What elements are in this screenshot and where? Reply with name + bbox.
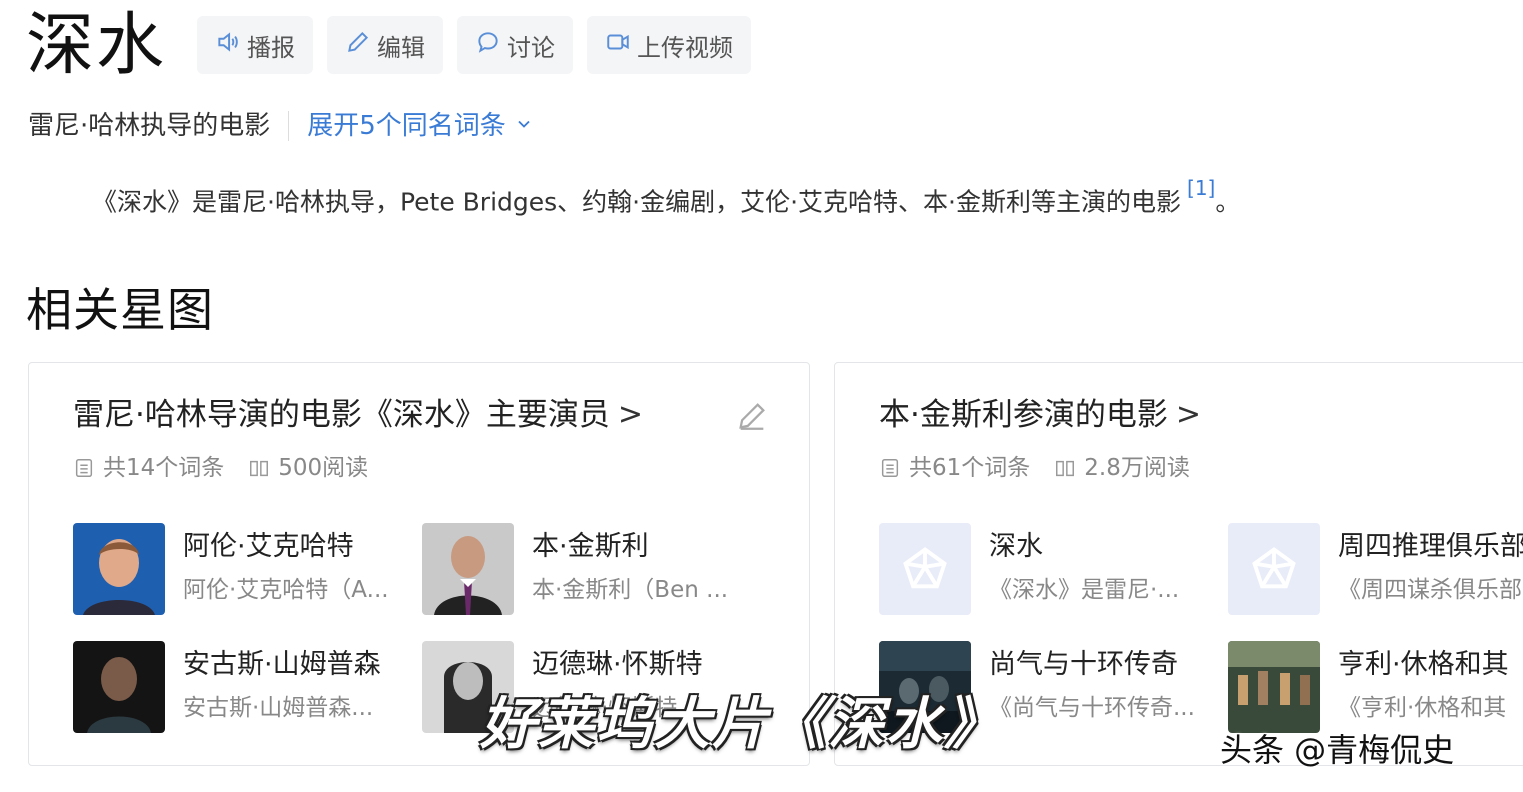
list-item[interactable]: 深水 《深水》是雷尼·... — [879, 523, 1219, 615]
item-name: 周四推理俱乐部 — [1338, 531, 1523, 562]
item-name: 阿伦·艾克哈特 — [183, 531, 354, 562]
avatar — [73, 641, 165, 733]
list-item[interactable]: 安古斯·山姆普森 安古斯·山姆普森... — [73, 641, 413, 733]
speaker-icon — [215, 29, 241, 61]
upload-video-button[interactable]: 上传视频 — [587, 16, 751, 74]
chevron-right-icon: > — [617, 397, 643, 432]
item-desc: 《尚气与十环传奇... — [989, 695, 1195, 721]
subtitle: 雷尼·哈林执导的电影 — [28, 111, 271, 141]
entry-count: 共14个词条 — [73, 451, 224, 485]
action-bar: 播报 编辑 讨论 上传视频 — [197, 16, 751, 74]
chat-bubble-icon — [475, 29, 501, 61]
list-item[interactable]: 亨利·休格和其 《亨利·休格和其 — [1228, 641, 1523, 733]
item-desc: 《周四谋杀俱乐部 — [1338, 577, 1522, 603]
list-icon — [75, 459, 93, 477]
expand-label: 展开5个同名词条 — [307, 111, 506, 141]
item-desc: 阿伦·艾克哈特（A... — [183, 577, 389, 603]
reference-link[interactable]: [1] — [1187, 176, 1215, 200]
item-name: 本·金斯利 — [532, 531, 649, 562]
video-caption: 好莱坞大片《深水》 — [480, 692, 1002, 757]
edit-label: 编辑 — [377, 33, 425, 62]
item-name: 深水 — [989, 531, 1043, 562]
item-name: 安古斯·山姆普森 — [183, 649, 381, 680]
star-map-placeholder-icon — [1228, 523, 1320, 615]
chevron-right-icon: > — [1175, 397, 1201, 432]
divider — [288, 111, 290, 141]
star-map-placeholder-icon — [879, 523, 971, 615]
card-meta: 共61个词条 2.8万阅读 — [879, 451, 1190, 485]
pencil-icon — [345, 29, 371, 61]
page-title: 深水 — [26, 6, 167, 85]
card-title-text: 本·金斯利参演的电影 — [879, 397, 1168, 433]
discuss-button[interactable]: 讨论 — [457, 16, 573, 74]
edit-button[interactable]: 编辑 — [327, 16, 443, 74]
subtitle-line: 雷尼·哈林执导的电影 展开5个同名词条 — [28, 106, 534, 146]
chevron-down-icon — [514, 106, 534, 146]
list-item[interactable]: 阿伦·艾克哈特 阿伦·艾克哈特（A... — [73, 523, 413, 615]
item-desc: 《亨利·休格和其 — [1338, 695, 1507, 721]
read-count: 500阅读 — [248, 451, 368, 485]
section-title: 相关星图 — [26, 283, 214, 337]
summary-body: 《深水》是雷尼·哈林执导，Pete Bridges、约翰·金编剧，艾伦·艾克哈特… — [92, 187, 1182, 217]
item-name: 尚气与十环传奇 — [989, 649, 1178, 680]
item-desc: 安古斯·山姆普森... — [183, 695, 374, 721]
list-icon — [881, 459, 899, 477]
pencil-icon[interactable] — [735, 399, 769, 433]
list-item[interactable]: 本·金斯利 本·金斯利（Ben ... — [422, 523, 762, 615]
avatar — [422, 523, 514, 615]
broadcast-button[interactable]: 播报 — [197, 16, 313, 74]
movie-poster — [1228, 641, 1320, 733]
card-title-text: 雷尼·哈林导演的电影《深水》主要演员 — [73, 397, 610, 433]
avatar — [73, 523, 165, 615]
card-title[interactable]: 本·金斯利参演的电影 > — [879, 393, 1201, 437]
card-title[interactable]: 雷尼·哈林导演的电影《深水》主要演员 > — [73, 393, 643, 437]
item-desc: 本·金斯利（Ben ... — [532, 577, 729, 603]
item-desc: 《深水》是雷尼·... — [989, 577, 1180, 603]
list-item[interactable]: 周四推理俱乐部 《周四谋杀俱乐部 — [1228, 523, 1523, 615]
item-name: 迈德琳·怀斯特 — [532, 649, 703, 680]
broadcast-label: 播报 — [247, 33, 295, 62]
book-icon — [1056, 460, 1075, 477]
book-icon — [250, 460, 269, 477]
read-count: 2.8万阅读 — [1054, 451, 1190, 485]
item-name: 亨利·休格和其 — [1338, 649, 1509, 680]
watermark: 头条 @青梅侃史 — [1220, 731, 1455, 769]
upload-video-label: 上传视频 — [637, 33, 733, 62]
entry-count: 共61个词条 — [879, 451, 1030, 485]
card-meta: 共14个词条 500阅读 — [73, 451, 368, 485]
summary-end: 。 — [1215, 187, 1241, 217]
discuss-label: 讨论 — [507, 33, 555, 62]
expand-homonyms-link[interactable]: 展开5个同名词条 — [307, 106, 534, 146]
video-camera-icon — [605, 29, 631, 61]
summary-text: 《深水》是雷尼·哈林执导，Pete Bridges、约翰·金编剧，艾伦·艾克哈特… — [92, 172, 1240, 224]
